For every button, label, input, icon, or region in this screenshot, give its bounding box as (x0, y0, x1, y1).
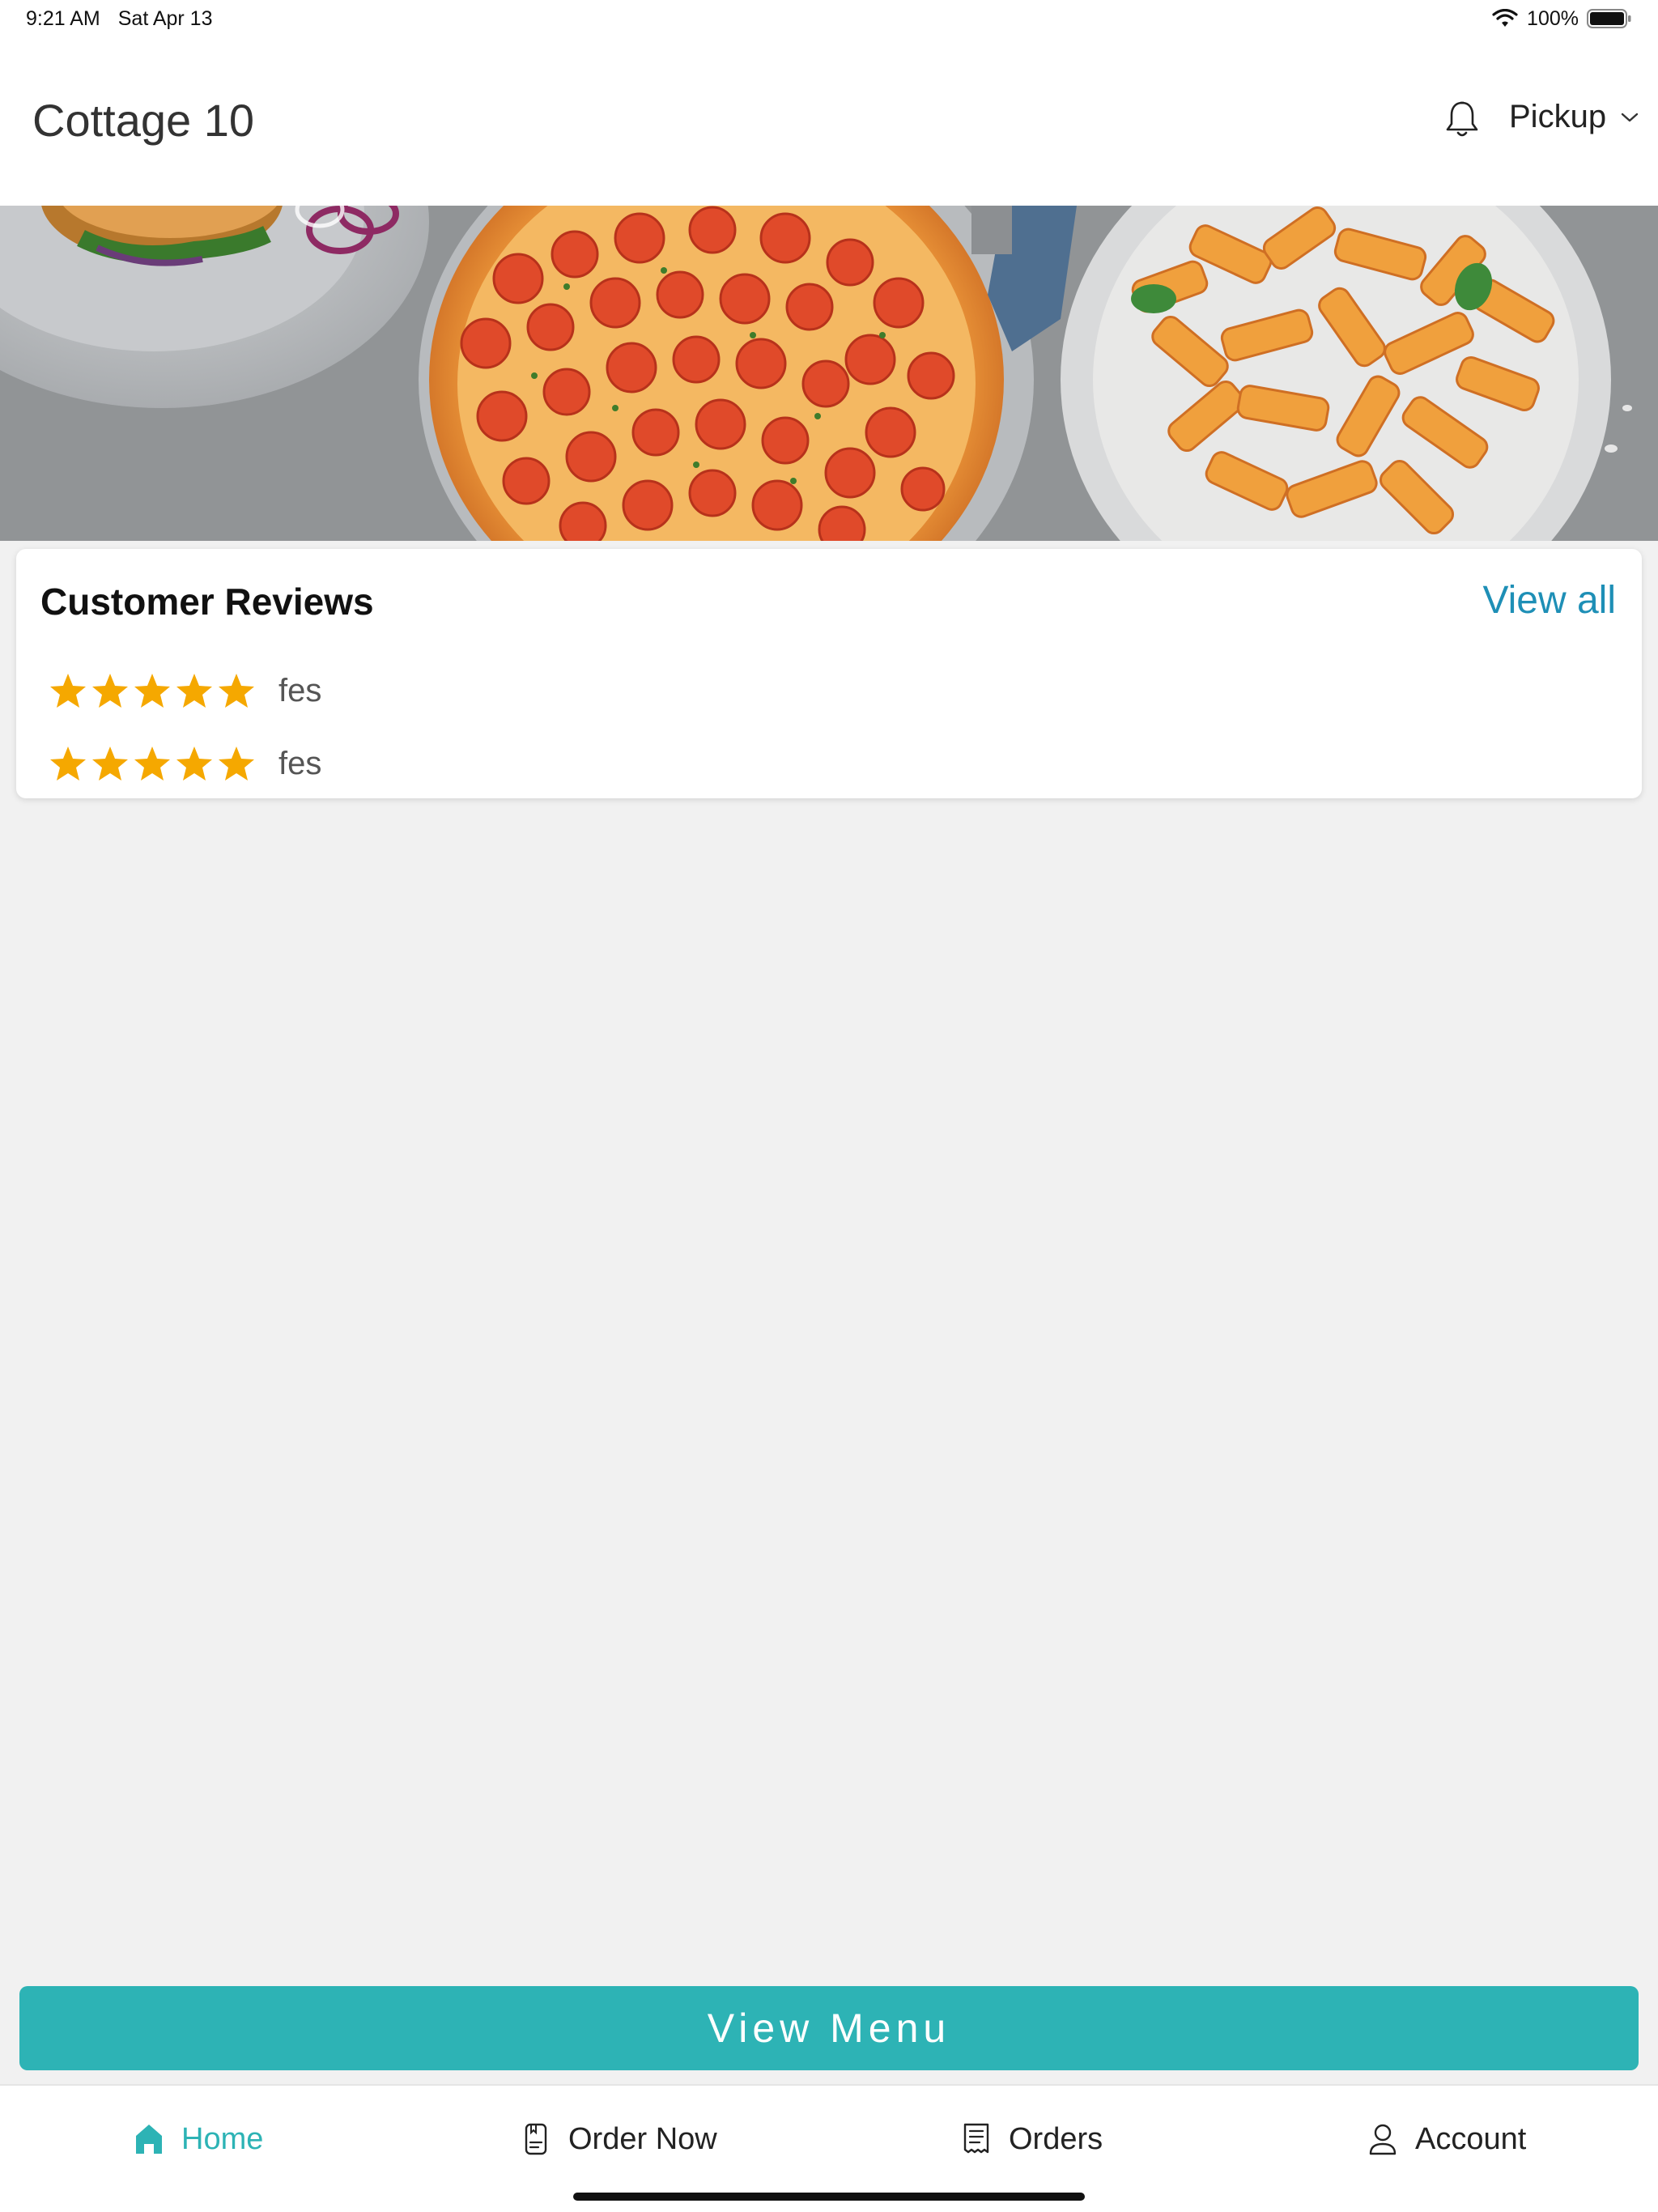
status-date: Sat Apr 13 (117, 6, 213, 30)
restaurant-title: Cottage 10 (32, 95, 254, 146)
wifi-icon (1492, 9, 1518, 27)
tab-orders[interactable]: Orders (960, 2121, 1103, 2157)
star-icon (176, 747, 212, 781)
status-time: 9:21 AM (26, 6, 100, 30)
order-mode-selector[interactable]: Pickup (1509, 99, 1639, 135)
status-left: 9:21 AM Sat Apr 13 (26, 7, 212, 31)
star-icon (50, 747, 86, 781)
hero-banner-image (0, 206, 1658, 541)
review-item[interactable]: fes (49, 745, 321, 782)
review-text: fes (278, 745, 322, 781)
view-all-reviews-link[interactable]: View all (1482, 578, 1616, 623)
star-icon (50, 674, 86, 708)
home-indicator (573, 2193, 1085, 2201)
review-item[interactable]: fes (49, 672, 321, 709)
star-rating (49, 745, 256, 782)
app-header: Cottage 10 Pickup (0, 37, 1658, 206)
home-icon (136, 2125, 162, 2154)
order-mode-label: Pickup (1509, 99, 1607, 134)
reviews-card: Customer Reviews View all fes fes (16, 549, 1642, 798)
view-menu-button[interactable]: View Menu (19, 1986, 1639, 2070)
star-icon (176, 674, 212, 708)
food-illustration (0, 206, 1658, 541)
reviews-title: Customer Reviews (40, 581, 374, 623)
star-icon (219, 674, 254, 708)
battery-icon (1587, 9, 1631, 28)
order-icon (525, 2123, 547, 2155)
status-bar: 9:21 AM Sat Apr 13 100% (0, 0, 1658, 37)
person-icon (1369, 2124, 1397, 2155)
star-icon (92, 674, 128, 708)
bell-icon[interactable] (1443, 99, 1482, 141)
tab-home[interactable]: Home (133, 2121, 263, 2157)
bottom-tab-bar: Home Order Now Orders Account (0, 2084, 1658, 2212)
star-icon (219, 747, 254, 781)
tab-home-label: Home (181, 2121, 264, 2156)
status-right: 100% (1491, 7, 1632, 31)
tab-order-now-label: Order Now (568, 2121, 717, 2156)
star-icon (134, 747, 170, 781)
star-rating (49, 672, 256, 709)
battery-percent: 100% (1527, 6, 1579, 30)
tab-order-now[interactable]: Order Now (520, 2121, 717, 2157)
tab-orders-label: Orders (1009, 2121, 1103, 2156)
chevron-down-icon (1621, 113, 1639, 121)
tab-account[interactable]: Account (1367, 2121, 1526, 2157)
tab-account-label: Account (1415, 2121, 1527, 2156)
star-icon (92, 747, 128, 781)
review-text: fes (278, 672, 322, 708)
receipt-icon (963, 2123, 989, 2154)
star-icon (134, 674, 170, 708)
